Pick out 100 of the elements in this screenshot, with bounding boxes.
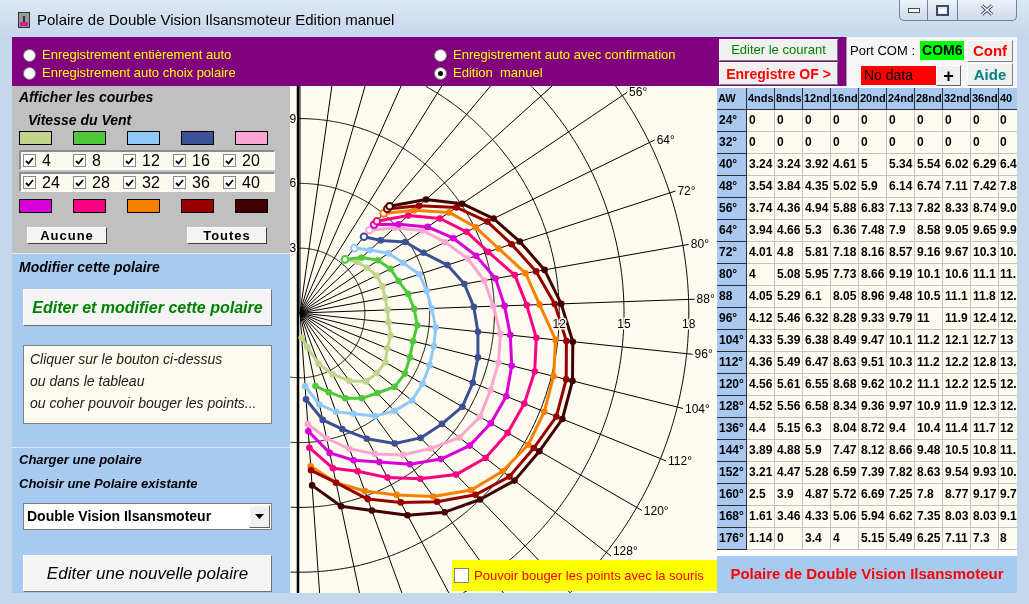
radio-button[interactable] <box>23 48 36 62</box>
table-cell: 10.4 <box>915 418 943 440</box>
angle-label: 88° <box>696 292 715 307</box>
table-cell: 10.1 <box>887 330 915 352</box>
none-button[interactable]: Aucune <box>27 227 107 244</box>
table-cell: 0 <box>999 110 1017 132</box>
table-cell: 7.35 <box>915 506 943 528</box>
table-cell: 4.66 <box>775 220 803 242</box>
checkbox[interactable] <box>173 176 186 189</box>
table-cell: 12.3 <box>971 396 999 418</box>
speed-label[interactable]: 8 <box>92 151 101 170</box>
radio-label[interactable]: Enregistrement entièrement auto <box>42 47 232 63</box>
row-header: 80° <box>717 264 747 286</box>
angle-label: 80° <box>690 237 709 252</box>
table-cell: 7.25 <box>887 484 915 506</box>
table-cell: 12.4 <box>971 308 999 330</box>
polar-dropdown[interactable]: Double Vision Ilsansmoteur <box>23 503 272 530</box>
speed-label[interactable]: 28 <box>92 173 110 192</box>
table-cell: 8.66 <box>887 440 915 462</box>
edit-current-button[interactable]: Editer le courant <box>719 39 838 61</box>
table-cell: 5.72 <box>831 484 859 506</box>
checkbox[interactable] <box>73 176 86 189</box>
radio-button[interactable] <box>434 66 447 80</box>
table-cell: 4.12 <box>747 308 775 330</box>
save-button[interactable]: Enregistre OF > <box>719 62 838 85</box>
table-cell: 5.56 <box>775 396 803 418</box>
table-cell: 9.17 <box>971 484 999 506</box>
maximize-icon <box>936 4 949 16</box>
checkbox[interactable] <box>23 176 36 189</box>
speed-label[interactable]: 16 <box>192 151 210 170</box>
table-cell: 8.63 <box>915 462 943 484</box>
radio-label[interactable]: Enregistrement auto choix polaire <box>42 65 236 81</box>
checkbox[interactable] <box>454 568 469 583</box>
checkbox[interactable] <box>173 154 186 167</box>
speed-label[interactable]: 12 <box>142 151 160 170</box>
minimize-button[interactable] <box>899 0 928 21</box>
table-cell: 9.48 <box>915 440 943 462</box>
table-cell: 5.61 <box>775 374 803 396</box>
dropdown-button[interactable] <box>249 505 270 528</box>
table-cell: 9.36 <box>859 396 887 418</box>
checkbox[interactable] <box>123 176 136 189</box>
table-cell: 0 <box>943 132 971 154</box>
checkbox[interactable] <box>223 154 236 167</box>
speed-label[interactable]: 40 <box>242 173 260 192</box>
row-header: 176° <box>717 528 747 550</box>
checkbox[interactable] <box>23 154 36 167</box>
table-cell: 9.16 <box>915 242 943 264</box>
table-cell: 5.28 <box>803 462 831 484</box>
table-cell: 3.92 <box>803 154 831 176</box>
row-header: 88 <box>717 286 747 308</box>
speed-label[interactable]: 36 <box>192 173 210 192</box>
add-button[interactable]: + <box>936 65 961 86</box>
conf-button[interactable]: Conf <box>967 40 1013 62</box>
table-cell: 12.2 <box>943 352 971 374</box>
edit-polar-button[interactable]: Editer et modifier cette polaire <box>23 289 272 326</box>
angle-label: 112° <box>668 454 692 469</box>
checkbox[interactable] <box>223 176 236 189</box>
table-cell: 11.2 <box>915 352 943 374</box>
checkbox-label[interactable]: Pouvoir bouger les points avec la souris <box>474 567 704 584</box>
table-cell: 9.9 <box>999 220 1017 242</box>
help-button[interactable]: Aide <box>967 63 1013 86</box>
table-cell: 4.94 <box>803 198 831 220</box>
table-cell: 11. <box>999 264 1017 286</box>
row-header: 128° <box>717 396 747 418</box>
all-button[interactable]: Toutes <box>187 227 267 244</box>
new-polar-button[interactable]: Editer une nouvelle polaire <box>23 555 272 592</box>
table-cell: 8.57 <box>887 242 915 264</box>
speed-label[interactable]: 24 <box>42 173 60 192</box>
column-header: 36nd <box>971 88 999 110</box>
table-cell: 0 <box>775 528 803 550</box>
speed-label[interactable]: 4 <box>42 151 51 170</box>
table-cell: 4.36 <box>775 198 803 220</box>
table-cell: 6.59 <box>831 462 859 484</box>
checkbox[interactable] <box>123 154 136 167</box>
row-header: 144° <box>717 440 747 462</box>
table-cell: 12 <box>999 418 1017 440</box>
radio-label[interactable]: Enregistrement auto avec confirmation <box>453 47 676 63</box>
close-button[interactable] <box>958 0 1017 21</box>
table-cell: 5.9 <box>859 176 887 198</box>
check-icon <box>225 156 234 165</box>
radio-button[interactable] <box>23 66 36 80</box>
row-header: 48° <box>717 176 747 198</box>
table-cell: 0 <box>747 132 775 154</box>
table-cell: 8.33 <box>943 198 971 220</box>
table-cell: 8.03 <box>943 506 971 528</box>
table-cell: 5.34 <box>887 154 915 176</box>
table-cell: 8.16 <box>859 242 887 264</box>
radio-label[interactable]: Edition manuel <box>453 65 543 81</box>
maximize-button[interactable] <box>928 0 958 21</box>
table-cell: 3.24 <box>747 154 775 176</box>
radio-button[interactable] <box>434 48 447 62</box>
table-cell: 7.82 <box>887 462 915 484</box>
speed-label[interactable]: 32 <box>142 173 160 192</box>
table-cell: 9.0 <box>999 198 1017 220</box>
checkbox[interactable] <box>73 154 86 167</box>
table-cell: 4.33 <box>747 330 775 352</box>
speed-label[interactable]: 20 <box>242 151 260 170</box>
table-cell: 6.69 <box>859 484 887 506</box>
table-cell: 11.8 <box>971 286 999 308</box>
table-cell: 6.3 <box>803 418 831 440</box>
